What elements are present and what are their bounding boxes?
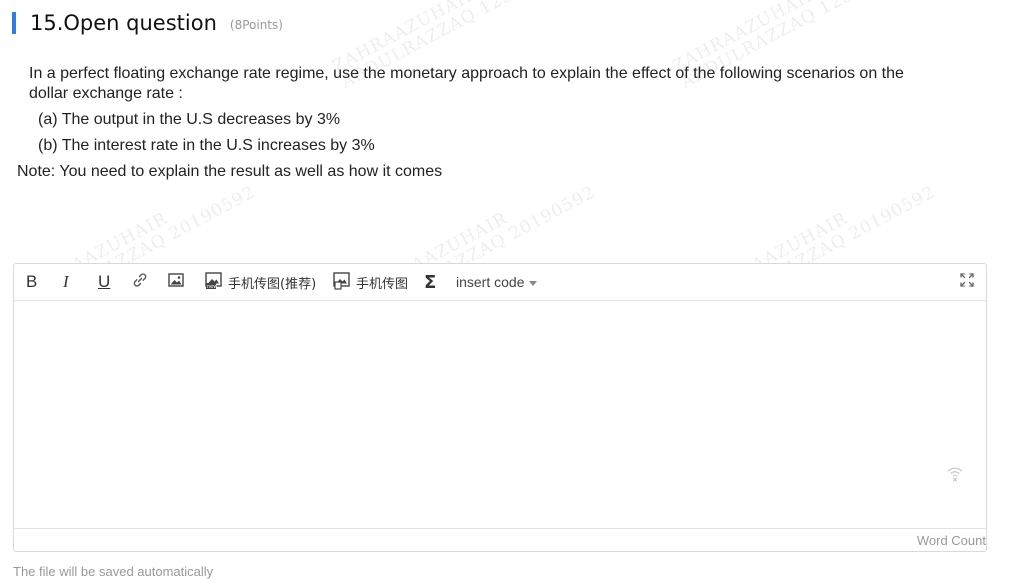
link-icon (131, 271, 149, 294)
bold-button[interactable]: B (26, 271, 37, 293)
wifi-off-icon (946, 464, 964, 487)
editor-toolbar: B I U new 手机传图(推荐) 手机传图 Σ insert code (14, 264, 986, 301)
answer-textarea[interactable] (14, 301, 986, 528)
underline-button[interactable]: U (98, 271, 110, 293)
underline-icon: U (98, 272, 111, 291)
answer-editor: B I U new 手机传图(推荐) 手机传图 Σ insert code Wo… (13, 263, 987, 552)
question-title: 15.Open question (30, 11, 217, 35)
image-icon (167, 271, 185, 294)
question-header: 15.Open question (8Points) (12, 10, 283, 36)
question-text-line-2: dollar exchange rate : (29, 85, 183, 102)
phone-upload-recommended-label: 手机传图(推荐) (228, 276, 317, 292)
question-note: Note: You need to explain the result as … (17, 163, 443, 180)
link-button[interactable] (131, 271, 149, 293)
bold-icon: B (26, 272, 38, 291)
insert-code-dropdown[interactable]: insert code (456, 271, 538, 293)
svg-text:new: new (207, 284, 217, 290)
italic-icon: I (63, 272, 69, 291)
question-item-b: (b) The interest rate in the U.S increas… (38, 137, 375, 154)
insert-image-button[interactable] (167, 271, 185, 293)
sigma-icon: Σ (424, 271, 437, 293)
question-accent-bar (12, 12, 16, 34)
insert-code-label: insert code (456, 274, 525, 290)
question-points: (8Points) (229, 18, 283, 32)
phone-image-icon (332, 270, 352, 295)
phone-upload-label: 手机传图 (356, 276, 409, 292)
autosave-notice: The file will be saved automatically (13, 564, 214, 579)
phone-upload-recommended-button[interactable]: new 手机传图(推荐) (204, 271, 316, 293)
phone-image-new-icon: new (204, 270, 224, 295)
question-page: ZAHRAAZUHAIR ABDULRAZZAQ 12556493 ZAHRAA… (0, 0, 1024, 583)
formula-button[interactable]: Σ (424, 271, 436, 293)
italic-button[interactable]: I (63, 271, 69, 293)
fullscreen-icon (958, 271, 976, 294)
question-item-a: (a) The output in the U.S decreases by 3… (38, 111, 341, 128)
question-text-line-1: In a perfect floating exchange rate regi… (29, 65, 904, 82)
editor-status-bar: Word Count (14, 528, 986, 551)
chevron-down-icon (529, 280, 538, 286)
phone-upload-button[interactable]: 手机传图 (332, 271, 408, 293)
fullscreen-button[interactable] (958, 271, 976, 293)
word-count: Word Count (916, 533, 986, 548)
